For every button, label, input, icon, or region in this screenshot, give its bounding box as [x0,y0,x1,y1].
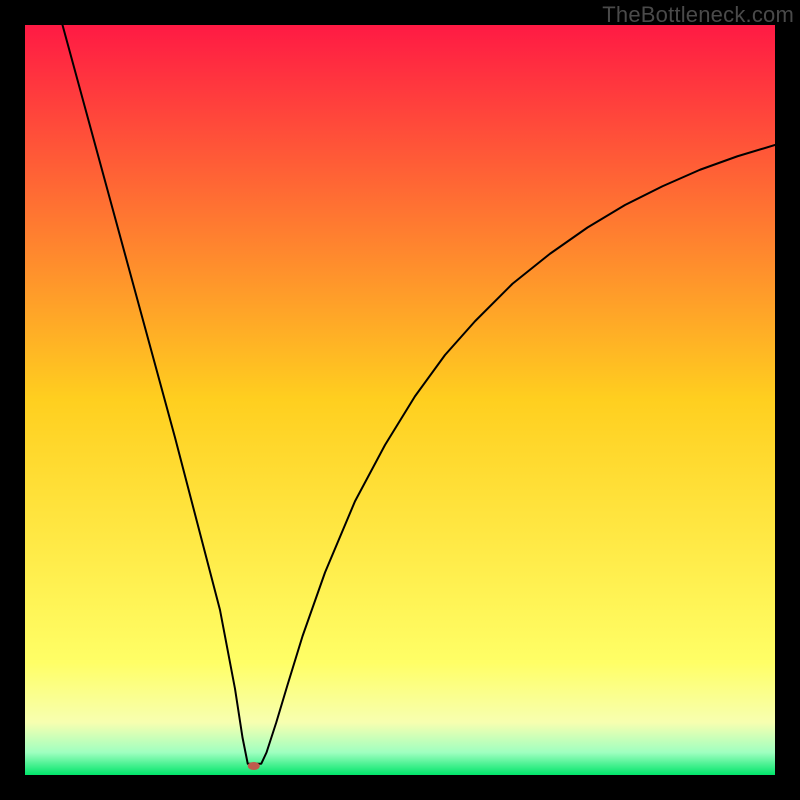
bottleneck-chart [25,25,775,775]
chart-frame [25,25,775,775]
gradient-background [25,25,775,775]
optimal-point-marker [248,762,260,770]
watermark-text: TheBottleneck.com [602,2,794,28]
